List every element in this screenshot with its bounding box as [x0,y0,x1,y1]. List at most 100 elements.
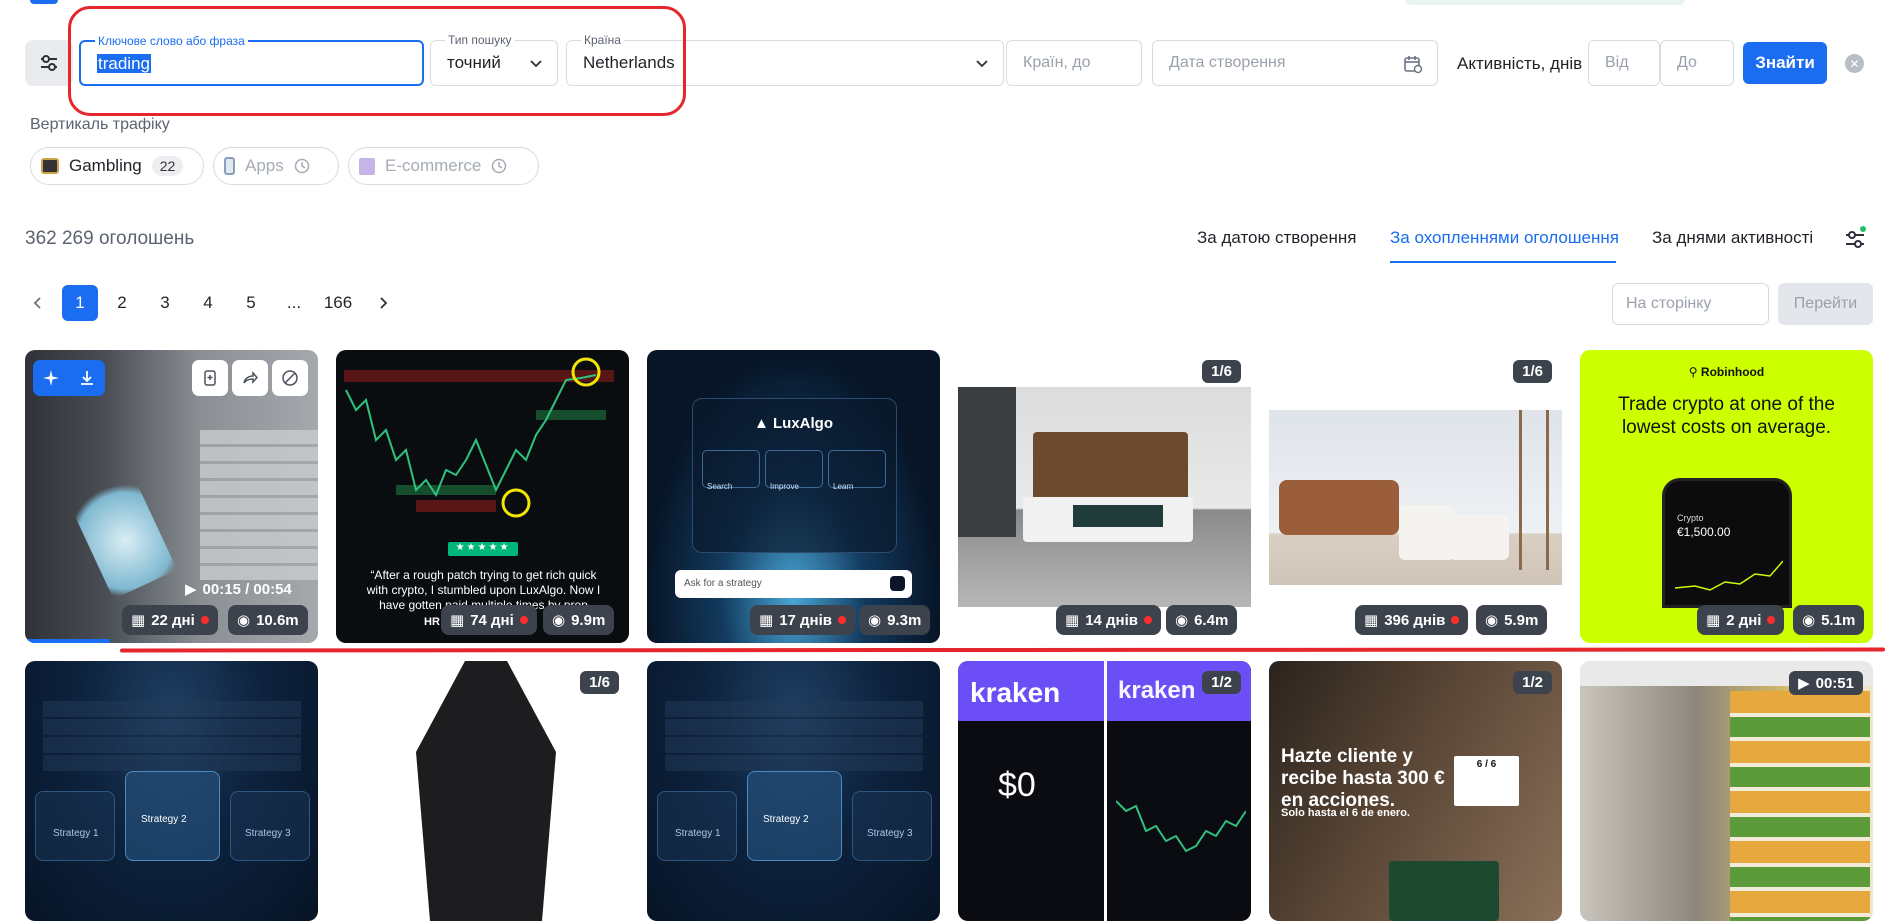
activity-from-input[interactable]: Від [1588,40,1660,86]
live-dot [838,616,847,624]
sliders-icon [41,55,57,71]
countries-limit-input[interactable]: Країн, до [1006,40,1142,86]
reach-badge: ◉ 5.1m [1793,605,1865,635]
countries-limit-placeholder: Країн, до [1023,54,1091,71]
chip-label: E-commerce [385,156,482,175]
carousel-count: 1/6 [1513,360,1552,383]
ad-card[interactable]: 1/6 ▦ 396 днів ◉ 5.9m [1269,350,1562,643]
ad-card[interactable]: 1/6 ▦ 14 днів ◉ 6.4m [958,350,1251,643]
ad-image [1269,410,1562,585]
download-icon[interactable] [69,360,105,396]
ad-brand: kraken [970,677,1061,708]
eye-icon: ◉ [552,612,566,629]
share-icon[interactable] [232,360,268,396]
ad-card[interactable]: Strategy 1 Strategy 2 Strategy 3 [647,661,940,921]
activity-to-input[interactable]: До [1660,40,1734,86]
per-page-input[interactable]: На сторінку [1612,283,1769,325]
rating-stars: ★★★★★ [448,542,518,556]
ad-headline: Hazte cliente y recibe hasta 300 € en ac… [1281,746,1445,811]
ad-card[interactable]: Hazte cliente y recibe hasta 300 € en ac… [1269,661,1562,921]
calendar-icon: ▦ [1706,612,1721,629]
ad-card[interactable]: ⚲ Robinhood Trade crypto at one of the l… [1580,350,1873,643]
sort-by-reach[interactable]: За охопленнями оголошення [1390,228,1619,248]
ad-card[interactable]: 1/6 [336,661,629,921]
chip-gambling[interactable]: Gambling 22 [30,147,204,185]
eye-icon: ◉ [1485,612,1499,629]
page-4[interactable]: 4 [190,285,226,321]
page-1[interactable]: 1 [62,285,98,321]
activity-to-placeholder: До [1677,54,1697,71]
live-dot [1767,616,1776,624]
ad-subline: Solo hasta el 6 de enero. [1281,807,1410,819]
ad-card[interactable]: ★★★★★ “After a rough patch trying to get… [336,350,629,643]
go-button[interactable]: Перейти [1778,283,1873,325]
carousel-count: 1/2 [1202,671,1241,694]
chip-apps[interactable]: Apps [213,147,339,185]
amount: $0 [998,766,1036,804]
clock-icon [294,158,309,174]
filters-toggle-button[interactable] [25,40,73,86]
chip-count: 22 [151,156,184,176]
bookmark-icon[interactable] [192,360,228,396]
next-page-icon[interactable] [365,285,401,321]
live-dot [1144,616,1153,624]
ai-sparkle-icon[interactable] [33,360,69,396]
reach-badge: ◉ 9.9m [543,605,615,635]
ad-brand: ⚲ Robinhood [1688,365,1765,379]
live-dot [200,616,209,624]
calendar-icon [1404,56,1423,74]
video-progress [25,639,110,643]
chip-label: Apps [245,156,284,175]
calendar-icon: ▦ [1065,612,1080,629]
per-page-placeholder: На сторінку [1626,295,1712,312]
creation-date-input[interactable]: Дата створення [1152,40,1438,86]
chip-label: Gambling [69,156,142,175]
find-button[interactable]: Знайти [1743,42,1827,84]
ad-brand: ▲ LuxAlgo [753,415,833,432]
sort-by-activity[interactable]: За днями активності [1652,228,1813,248]
page-5[interactable]: 5 [233,285,269,321]
page-2[interactable]: 2 [104,285,140,321]
logo [30,0,58,4]
view-settings-icon[interactable] [1843,226,1867,257]
block-icon[interactable] [272,360,308,396]
ad-card[interactable]: Strategy 1 Strategy 2 Strategy 3 [25,661,318,921]
eye-icon: ◉ [868,612,882,629]
ad-card[interactable]: ▶ 00:15 / 00:54 ▦ 22 дні ◉ 10.6m [25,350,318,643]
days-active-badge: ▦ 14 днів [1056,605,1162,635]
clear-icon[interactable]: ✕ [1845,54,1864,73]
live-dot [519,616,528,624]
ad-card[interactable]: kraken kraken $0 1/2 [958,661,1251,921]
annotation-underline [119,647,1886,653]
carousel-count: 1/6 [580,671,619,694]
video-time: ▶ 00:15 / 00:54 [185,580,292,599]
creation-date-placeholder: Дата створення [1169,54,1286,71]
active-sort-underline [1390,261,1616,263]
ad-image [416,661,556,921]
ad-card[interactable]: ▶ 00:51 [1580,661,1873,921]
play-icon: ▶ [1798,675,1810,692]
page-ellipsis: ... [286,293,302,312]
prev-page-icon[interactable] [20,285,56,321]
calendar-icon: ▦ [450,612,465,629]
ask-field: Ask for a strategy [675,570,912,598]
ad-image [62,460,178,600]
calendar-icon: ▦ [759,612,774,629]
page-3[interactable]: 3 [147,285,183,321]
phone-mockup: Crypto €1,500.00 [1662,478,1792,608]
reach-badge: ◉ 6.4m [1166,605,1238,635]
results-total: 362 269 оголошень [25,228,195,249]
calendar-icon: ▦ [131,612,146,629]
sort-by-date[interactable]: За датою створення [1197,228,1356,248]
page-last[interactable]: 166 [318,285,358,321]
chip-ecommerce[interactable]: E-commerce [348,147,539,185]
chevron-down-icon [976,60,988,68]
activity-from-placeholder: Від [1605,54,1629,71]
reach-badge: ◉ 9.3m [859,605,931,635]
days-active-badge: ▦ 2 дні [1697,605,1785,635]
annotation-highlight [68,6,686,116]
ad-image [344,357,614,518]
ad-card[interactable]: ▲ LuxAlgo Search Improve Learn Ask for a… [647,350,940,643]
ad-headline: Trade crypto at one of the lowest costs … [1618,394,1835,438]
shopping-bag-icon [359,157,375,175]
